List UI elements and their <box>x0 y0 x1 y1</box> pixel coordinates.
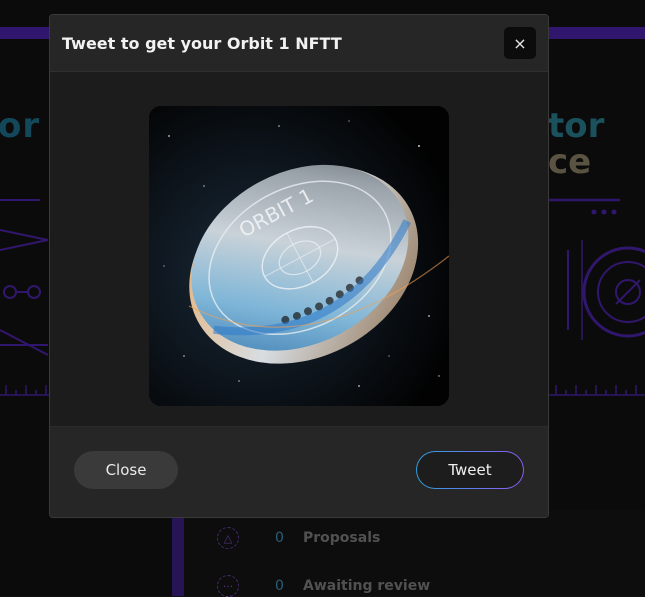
nft-image: ORBIT 1 <box>149 106 449 406</box>
triangle-icon: △ <box>217 527 239 549</box>
tweet-nft-modal: Tweet to get your Orbit 1 NFTT × ORBIT 1… <box>49 14 549 518</box>
close-icon: × <box>513 33 527 53</box>
modal-header: Tweet to get your Orbit 1 NFTT × <box>50 15 548 72</box>
stat-label: Proposals <box>303 530 381 546</box>
stat-label: Awaiting review <box>303 578 431 594</box>
background-right-title-line2: ce <box>548 142 592 182</box>
stat-count: 0 <box>275 578 284 594</box>
orbit-coin-illustration: ORBIT 1 <box>149 106 449 406</box>
modal-title: Tweet to get your Orbit 1 NFTT <box>62 33 342 53</box>
dots-icon: ··· <box>217 575 239 597</box>
tweet-button[interactable]: Tweet <box>416 451 524 489</box>
stat-row-proposals: △ 0 Proposals <box>217 527 380 549</box>
close-button[interactable]: Close <box>74 451 178 489</box>
stat-count: 0 <box>275 530 284 546</box>
panel-accent-stripe <box>172 510 184 596</box>
left-hud-decoration <box>0 199 50 396</box>
background-right-title-line1: tor <box>548 106 605 146</box>
close-icon-button[interactable]: × <box>504 27 536 59</box>
modal-body: ORBIT 1 <box>50 72 548 430</box>
right-hud-decoration <box>548 198 645 396</box>
stat-row-awaiting-review: ··· 0 Awaiting review <box>217 575 430 597</box>
modal-footer: Close Tweet <box>50 426 548 517</box>
background-left-title: or <box>0 106 41 146</box>
